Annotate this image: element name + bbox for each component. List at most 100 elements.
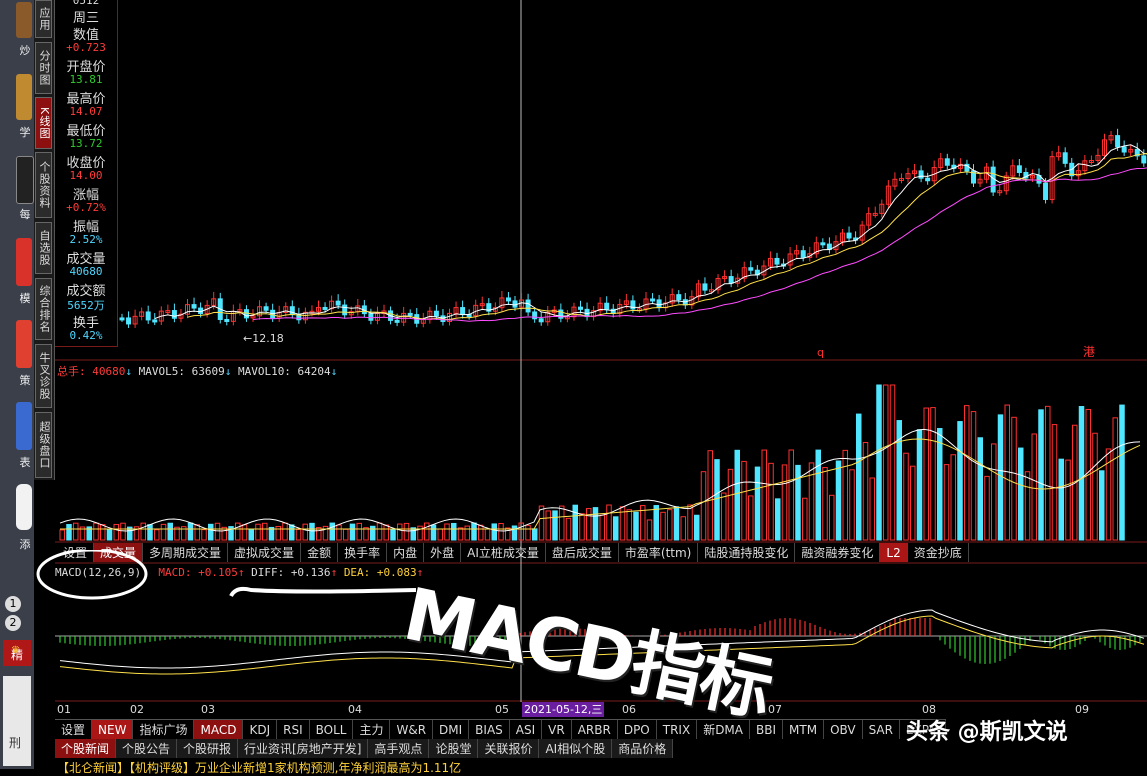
volume-tab-14[interactable]: 资金抄底: [908, 543, 969, 562]
badge-1[interactable]: 1: [5, 596, 21, 612]
news-ticker[interactable]: 【北仑新闻】【机构评级】万业企业新增1家机构预测,年净利润最高为1.11亿: [57, 759, 461, 776]
volume-bar: [560, 506, 565, 540]
indicator-tab-17[interactable]: BBI: [750, 720, 783, 739]
volume-bar: [425, 523, 430, 540]
vertical-tab-7[interactable]: 超级盘口: [35, 412, 52, 478]
news-tab-0[interactable]: 个股新闻: [55, 739, 116, 758]
volume-bar: [553, 511, 558, 540]
volume-bar: [1059, 459, 1064, 540]
news-tab-8[interactable]: 商品价格: [612, 739, 673, 758]
indicator-tab-9[interactable]: DMI: [433, 720, 469, 739]
volume-legend: 总手: 40680↓ MAVOL5: 63609↓ MAVOL10: 64204…: [57, 363, 337, 379]
app-shortcut-icon[interactable]: [16, 74, 32, 120]
desktop-label: 添: [16, 536, 34, 552]
indicator-tab-5[interactable]: RSI: [277, 720, 310, 739]
indicator-tab-6[interactable]: BOLL: [310, 720, 354, 739]
indicator-tab-16[interactable]: 新DMA: [697, 720, 750, 739]
vertical-tab-2[interactable]: K线图: [35, 97, 52, 149]
indicator-tab-3[interactable]: MACD: [194, 720, 243, 739]
candle-body: [343, 305, 347, 315]
volume-bar: [465, 526, 470, 540]
badge-2[interactable]: 2: [5, 615, 21, 631]
news-tab-7[interactable]: AI相似个股: [539, 739, 612, 758]
vertical-tab-5[interactable]: 综合排名: [35, 278, 52, 340]
volume-bar: [533, 529, 538, 540]
volume-bar: [836, 461, 841, 540]
indicator-tab-8[interactable]: W&R: [390, 720, 433, 739]
vertical-tab-6[interactable]: 牛叉诊股: [35, 344, 52, 408]
volume-bar: [992, 444, 997, 540]
indicator-tab-0[interactable]: 设置: [55, 720, 92, 739]
underline-annotation: [231, 589, 416, 596]
volume-bar: [472, 523, 477, 540]
volume-bar: [1093, 433, 1098, 540]
news-tab-6[interactable]: 关联报价: [478, 739, 539, 758]
news-tab-3[interactable]: 行业资讯[房地产开发]: [238, 739, 368, 758]
indicator-tab-14[interactable]: DPO: [618, 720, 657, 739]
indicator-tab-20[interactable]: SAR: [863, 720, 900, 739]
vertical-tab-4[interactable]: 自选股: [35, 222, 52, 274]
volume-bar: [107, 530, 112, 540]
jing-tab[interactable]: ♛ 精: [3, 640, 31, 666]
indicator-tab-10[interactable]: BIAS: [469, 720, 510, 739]
candle-body: [847, 233, 851, 238]
volume-bar: [539, 506, 544, 540]
news-tab-4[interactable]: 高手观点: [368, 739, 429, 758]
volume-tab-9[interactable]: 盘后成交量: [546, 543, 619, 562]
month-label: 03: [201, 703, 215, 716]
news-tabs: 个股新闻个股公告个股研报行业资讯[房地产开发]高手观点论股堂关联报价AI相似个股…: [55, 739, 673, 758]
volume-bar: [566, 518, 571, 540]
volume-bar: [695, 515, 700, 540]
candle-body: [651, 299, 655, 301]
month-label: 06: [622, 703, 636, 716]
news-tab-5[interactable]: 论股堂: [429, 739, 478, 758]
app-shortcut-icon[interactable]: [16, 320, 32, 368]
candle-body: [127, 318, 131, 324]
volume-bar: [492, 524, 497, 540]
news-tab-2[interactable]: 个股研报: [177, 739, 238, 758]
indicator-tab-2[interactable]: 指标广场: [133, 720, 194, 739]
app-shortcut-icon[interactable]: [16, 402, 32, 450]
app-shortcut-icon[interactable]: [16, 238, 32, 286]
crown-icon: ♛: [11, 636, 20, 666]
candle-body: [323, 307, 327, 309]
indicator-tab-12[interactable]: VR: [542, 720, 572, 739]
app-shortcut-icon[interactable]: [16, 2, 32, 38]
candle-body: [1116, 136, 1120, 147]
app-shortcut-icon[interactable]: [16, 484, 32, 530]
indicator-tab-15[interactable]: TRIX: [657, 720, 697, 739]
volume-bar: [101, 525, 106, 540]
indicator-tab-7[interactable]: 主力: [353, 720, 390, 739]
volume-bar: [884, 385, 889, 540]
candle-body: [395, 320, 399, 322]
volume-tab-11[interactable]: 陆股通持股变化: [698, 543, 795, 562]
volume-bar: [985, 476, 990, 540]
volume-tab-13[interactable]: L2: [880, 543, 907, 562]
news-tab-1[interactable]: 个股公告: [116, 739, 177, 758]
indicator-tab-13[interactable]: ARBR: [572, 720, 618, 739]
volume-tab-8[interactable]: AI立桩成交量: [461, 543, 546, 562]
candle-body: [919, 171, 923, 178]
volume-bar: [242, 525, 247, 540]
indicator-tab-1[interactable]: NEW: [92, 720, 133, 739]
indicator-tab-11[interactable]: ASI: [510, 720, 542, 739]
volume-bar: [1120, 405, 1125, 540]
indicator-tab-19[interactable]: OBV: [824, 720, 863, 739]
volume-tab-10[interactable]: 市盈率(ttm): [619, 543, 698, 562]
volume-bar: [330, 523, 335, 540]
volume-bar: [512, 526, 517, 540]
candle-body: [775, 258, 779, 264]
volume-bar: [188, 523, 193, 540]
indicator-tab-4[interactable]: KDJ: [243, 720, 277, 739]
vertical-tab-0[interactable]: 应用: [35, 0, 52, 38]
desktop-label: 学: [16, 124, 34, 140]
volume-bar: [580, 514, 585, 540]
volume-bar: [411, 528, 416, 540]
volume-tab-12[interactable]: 融资融券变化: [795, 543, 880, 562]
volume-bar: [870, 478, 875, 540]
vertical-tab-1[interactable]: 分时图: [35, 42, 52, 94]
vertical-tab-3[interactable]: 个股资料: [35, 152, 52, 218]
indicator-tab-18[interactable]: MTM: [783, 720, 824, 739]
app-shortcut-icon[interactable]: [16, 156, 34, 204]
desktop-label: 每: [16, 206, 34, 222]
